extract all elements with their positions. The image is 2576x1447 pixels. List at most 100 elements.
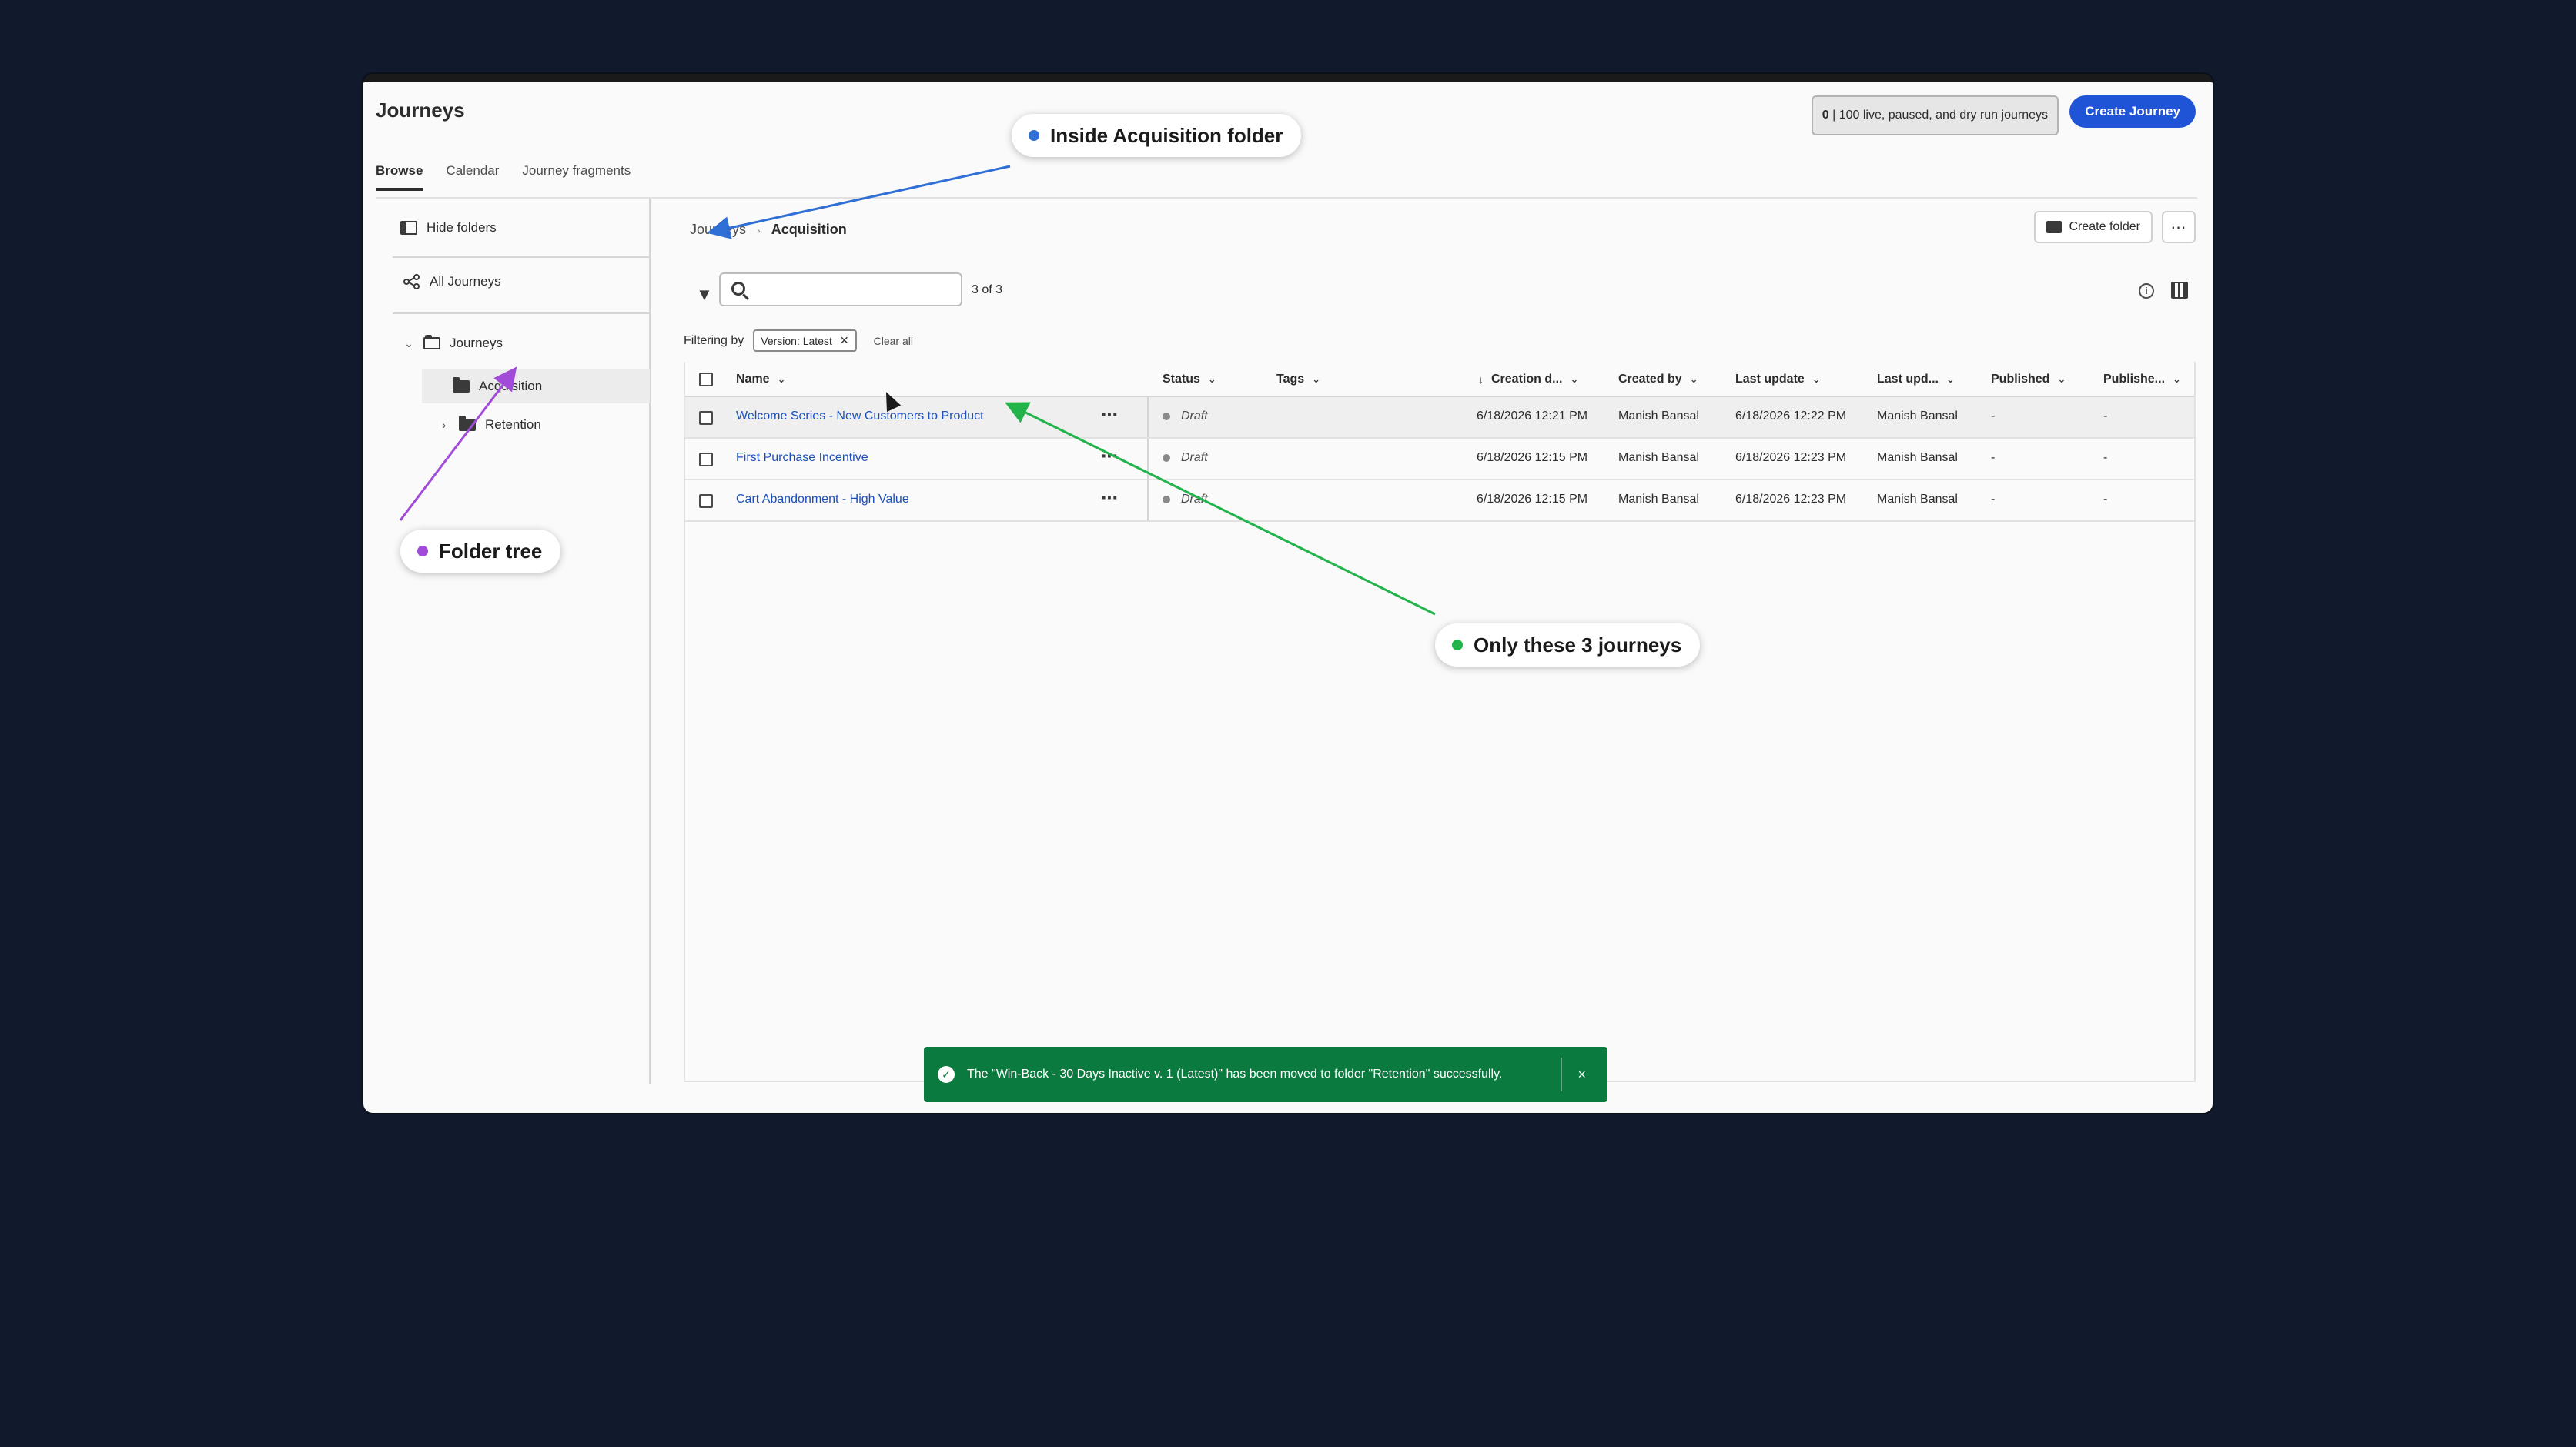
column-divider [1147, 439, 1149, 479]
sidebar-item-all-journeys[interactable]: All Journeys [403, 274, 501, 289]
column-header-created-by[interactable]: Created by ⌄ [1618, 373, 1698, 386]
tree-item-journeys[interactable]: ⌄ Journeys [403, 335, 503, 351]
create-folder-label: Create folder [2069, 220, 2141, 233]
close-icon[interactable]: ✕ [840, 334, 849, 347]
created-by-cell: Manish Bansal [1618, 409, 1699, 423]
last-update-cell: 6/18/2026 12:23 PM [1735, 493, 1847, 506]
row-more-actions-button[interactable]: ⋯ [1101, 488, 1119, 508]
tree-item-label: Retention [485, 417, 541, 432]
callout-folder-tree: Folder tree [400, 530, 561, 573]
row-more-actions-button[interactable]: ⋯ [1101, 446, 1119, 466]
table-row[interactable]: Welcome Series - New Customers to Produc… [685, 397, 2194, 439]
status-dot [1163, 495, 1170, 503]
breadcrumb-acquisition: Acquisition [771, 222, 847, 237]
table-header: Name ⌄ Status ⌄ Tags ⌄ ↓ Creation d... ⌄ Crea… [685, 362, 2194, 397]
tree-item-retention[interactable]: › Retention [439, 416, 541, 433]
column-header-creation-date[interactable]: ↓ Creation d... ⌄ [1478, 373, 1578, 386]
created-by-cell: Manish Bansal [1618, 451, 1699, 464]
callout-only-three-journeys: Only these 3 journeys [1435, 623, 1701, 667]
tab-calendar[interactable]: Calendar [446, 163, 499, 191]
last-update-cell: 6/18/2026 12:23 PM [1735, 451, 1847, 464]
status-cell: Draft [1163, 451, 1208, 465]
chevron-down-icon: ⌄ [1207, 373, 1216, 385]
journey-name-link[interactable]: Cart Abandonment - High Value [736, 493, 909, 506]
column-header-published[interactable]: Published ⌄ [1991, 373, 2066, 386]
hide-folders-button[interactable]: Hide folders [400, 220, 497, 236]
panel-icon [400, 221, 417, 235]
sort-descending-icon: ↓ [1478, 373, 1484, 386]
column-settings-icon[interactable] [2171, 282, 2188, 299]
column-header-last-updated-by[interactable]: Last upd... ⌄ [1877, 373, 1955, 386]
column-header-name[interactable]: Name ⌄ [736, 373, 785, 386]
sidebar-divider [393, 256, 649, 258]
row-more-actions-button[interactable]: ⋯ [1101, 405, 1119, 425]
active-filters: Filtering by Version: Latest ✕ Clear all [684, 329, 913, 352]
search-icon [731, 282, 745, 296]
last-updated-by-cell: Manish Bansal [1877, 409, 1958, 423]
status-badge: Draft [1181, 451, 1208, 464]
chevron-right-icon[interactable]: › [439, 419, 450, 431]
table-row[interactable]: Cart Abandonment - High Value ⋯ Draft 6/… [685, 480, 2194, 522]
journey-name-link[interactable]: Welcome Series - New Customers to Produc… [736, 409, 984, 423]
search-field[interactable] [719, 272, 962, 306]
creation-date-cell: 6/18/2026 12:21 PM [1477, 409, 1588, 423]
table-row[interactable]: First Purchase Incentive ⋯ Draft 6/18/20… [685, 439, 2194, 480]
journey-name-link[interactable]: First Purchase Incentive [736, 451, 868, 465]
column-header-published-by[interactable]: Publishe... ⌄ [2103, 373, 2181, 386]
search-input[interactable] [754, 279, 955, 300]
callout-dot [1452, 640, 1463, 650]
create-folder-button[interactable]: Create folder [2033, 211, 2153, 243]
create-journey-button[interactable]: Create Journey [2069, 95, 2196, 128]
sidebar-divider [393, 312, 649, 314]
tree-item-label: Acquisition [479, 379, 543, 393]
callout-inside-acquisition: Inside Acquisition folder [1012, 114, 1302, 157]
hide-folders-label: Hide folders [427, 220, 497, 235]
journey-graph-icon [403, 274, 420, 289]
chevron-down-icon: ⌄ [2173, 373, 2181, 385]
chevron-right-icon: › [757, 223, 761, 236]
folder-sidebar: Hide folders All Journeys ⌄ Journeys Acq… [393, 199, 651, 1084]
column-label: Published [1991, 373, 2050, 386]
clear-all-link[interactable]: Clear all [874, 335, 913, 347]
column-label: Last update [1735, 373, 1805, 386]
chevron-down-icon: ⌄ [2057, 373, 2066, 385]
column-label: Status [1163, 373, 1200, 386]
column-header-last-update[interactable]: Last update ⌄ [1735, 373, 1821, 386]
more-actions-button[interactable]: ⋯ [2162, 211, 2196, 243]
status-dot [1163, 453, 1170, 462]
folder-icon [459, 416, 476, 431]
callout-label: Only these 3 journeys [1474, 633, 1682, 657]
column-label: Name [736, 373, 770, 386]
column-label: Tags [1276, 373, 1305, 386]
filter-icon[interactable]: ▼ [696, 285, 713, 305]
all-journeys-label: All Journeys [430, 274, 501, 289]
published-by-cell: - [2103, 451, 2108, 464]
status-badge: Draft [1181, 493, 1208, 506]
close-icon[interactable]: × [1577, 1067, 1586, 1083]
column-header-status[interactable]: Status ⌄ [1163, 373, 1216, 386]
column-label: Publishe... [2103, 373, 2166, 386]
column-header-tags[interactable]: Tags ⌄ [1276, 373, 1320, 386]
column-label: Created by [1618, 373, 1682, 386]
breadcrumb-journeys[interactable]: Journeys [690, 222, 746, 238]
toast-message: The "Win-Back - 30 Days Inactive v. 1 (L… [967, 1068, 1503, 1081]
row-checkbox[interactable] [699, 411, 713, 425]
row-checkbox[interactable] [699, 494, 713, 508]
tab-browse[interactable]: Browse [376, 163, 423, 191]
chevron-down-icon: ⌄ [1946, 373, 1955, 385]
callout-dot [1029, 130, 1039, 141]
select-all-checkbox[interactable] [699, 373, 713, 386]
chevron-down-icon[interactable]: ⌄ [403, 337, 414, 350]
created-by-cell: Manish Bansal [1618, 493, 1699, 506]
info-icon[interactable]: i [2139, 283, 2154, 299]
tree-item-acquisition[interactable]: Acquisition [422, 369, 650, 403]
column-divider [1147, 397, 1149, 437]
journey-quota-badge: 0 | 100 live, paused, and dry run journe… [1811, 95, 2059, 135]
row-checkbox[interactable] [699, 453, 713, 466]
result-count: 3 of 3 [972, 283, 1003, 296]
tab-journey-fragments[interactable]: Journey fragments [522, 163, 631, 191]
filtering-label: Filtering by [684, 333, 744, 347]
chevron-down-icon: ⌄ [1812, 373, 1821, 385]
filter-chip-version[interactable]: Version: Latest ✕ [753, 329, 857, 352]
callout-label: Folder tree [439, 539, 543, 563]
